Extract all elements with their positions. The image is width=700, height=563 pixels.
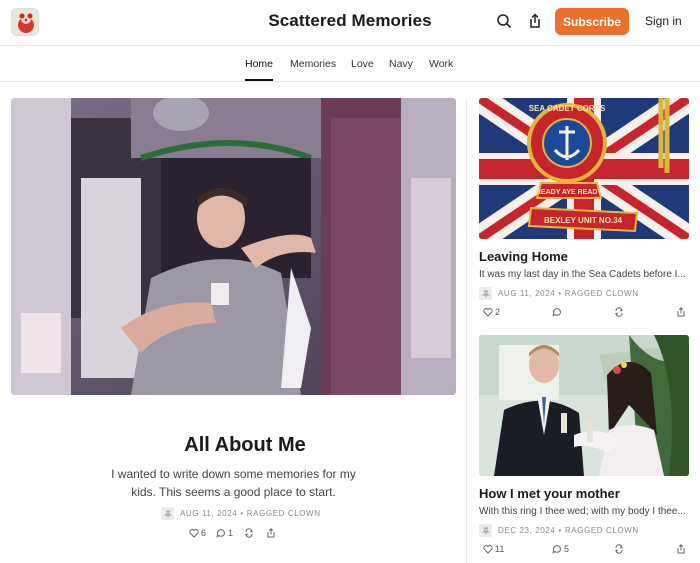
- meta-separator: •: [558, 289, 562, 298]
- section-nav: Home Memories Love Navy Work: [0, 46, 700, 82]
- card-meta-leaving-home: AUG 11, 2024 • RAGGED CLOWN: [479, 287, 639, 300]
- card-image-how-i-met-your-mother[interactable]: [479, 335, 689, 476]
- search-button[interactable]: [495, 12, 513, 30]
- comment-button[interactable]: [552, 307, 564, 317]
- column-divider: [466, 98, 467, 563]
- card-title-leaving-home[interactable]: Leaving Home: [479, 249, 568, 264]
- badge-top-text: SEA CADET CORPS: [529, 104, 606, 113]
- restack-button[interactable]: [244, 528, 256, 538]
- heart-icon: [483, 308, 493, 317]
- post-author[interactable]: RAGGED CLOWN: [565, 526, 639, 535]
- share-post-button[interactable]: [676, 544, 688, 554]
- share-icon: [530, 13, 540, 28]
- nav-item-navy[interactable]: Navy: [389, 58, 413, 70]
- badge-motto-text: READY AYE READY: [536, 189, 603, 196]
- post-author[interactable]: RAGGED CLOWN: [247, 509, 321, 518]
- nav-item-memories[interactable]: Memories: [290, 58, 336, 70]
- post-date: AUG 11, 2024: [180, 509, 238, 518]
- restack-button[interactable]: [614, 544, 626, 554]
- pin-icon: [161, 507, 174, 520]
- heart-icon: [483, 545, 493, 554]
- share-post-button[interactable]: [676, 307, 688, 317]
- card-actions-how-i-met-your-mother: 11 5: [483, 544, 689, 554]
- meta-separator: •: [558, 526, 562, 535]
- site-header: Scattered Memories Subscribe Sign in: [0, 0, 700, 46]
- hero-post-meta: AUG 11, 2024 • RAGGED CLOWN: [161, 507, 321, 520]
- hero-post-actions: 6 1: [189, 528, 278, 538]
- like-button[interactable]: 11: [483, 544, 504, 554]
- like-count: 6: [201, 528, 207, 538]
- like-count: 2: [495, 307, 501, 317]
- card-subtitle-leaving-home: It was my last day in the Sea Cadets bef…: [479, 269, 686, 280]
- card-subtitle-how-i-met-your-mother: With this ring I thee wed; with my body …: [479, 506, 686, 517]
- card-actions-leaving-home: 2: [483, 307, 689, 317]
- restack-icon: [615, 544, 623, 554]
- site-title[interactable]: Scattered Memories: [268, 11, 431, 30]
- card-title-how-i-met-your-mother[interactable]: How I met your mother: [479, 486, 620, 501]
- share-post-button[interactable]: [266, 528, 278, 538]
- card-meta-how-i-met-your-mother: DEC 23, 2024 • RAGGED CLOWN: [479, 524, 639, 537]
- share-button[interactable]: [526, 12, 544, 30]
- like-count: 11: [495, 544, 505, 554]
- nav-item-work[interactable]: Work: [429, 58, 453, 70]
- like-button[interactable]: 6: [189, 528, 206, 538]
- comment-icon: [552, 308, 561, 317]
- nav-item-home[interactable]: Home: [245, 58, 273, 70]
- comment-icon: [216, 529, 226, 538]
- active-tab-indicator: [245, 79, 273, 81]
- restack-button[interactable]: [614, 307, 626, 317]
- comment-button[interactable]: 5: [552, 544, 569, 554]
- share-icon: [677, 544, 685, 554]
- pin-icon: [479, 287, 492, 300]
- post-date: AUG 11, 2024: [498, 289, 556, 298]
- hero-post-title[interactable]: All About Me: [11, 434, 479, 457]
- badge-unit-text: BEXLEY UNIT NO.34: [544, 216, 623, 225]
- post-author[interactable]: RAGGED CLOWN: [565, 289, 639, 298]
- share-icon: [267, 528, 275, 538]
- heart-icon: [189, 529, 199, 538]
- restack-icon: [615, 307, 623, 317]
- restack-icon: [245, 528, 253, 538]
- like-button[interactable]: 2: [483, 307, 500, 317]
- publication-logo[interactable]: [11, 8, 39, 36]
- search-icon: [497, 14, 512, 29]
- hero-post-subtitle: I wanted to write down some memories for…: [111, 467, 356, 499]
- pin-icon: [479, 524, 492, 537]
- post-date: DEC 23, 2024: [498, 526, 556, 535]
- comment-button[interactable]: 1: [216, 528, 233, 538]
- hero-post-image[interactable]: [11, 98, 456, 395]
- comment-count: 1: [228, 528, 234, 538]
- comment-count: 5: [564, 544, 570, 554]
- card-image-leaving-home[interactable]: SEA CADET CORPS READY AYE READY BEXLEY U…: [479, 98, 689, 239]
- share-icon: [677, 307, 685, 317]
- sign-in-link[interactable]: Sign in: [645, 14, 682, 28]
- nav-item-love[interactable]: Love: [351, 58, 374, 70]
- comment-icon: [552, 545, 561, 554]
- subscribe-button[interactable]: Subscribe: [555, 8, 629, 35]
- meta-separator: •: [240, 509, 244, 518]
